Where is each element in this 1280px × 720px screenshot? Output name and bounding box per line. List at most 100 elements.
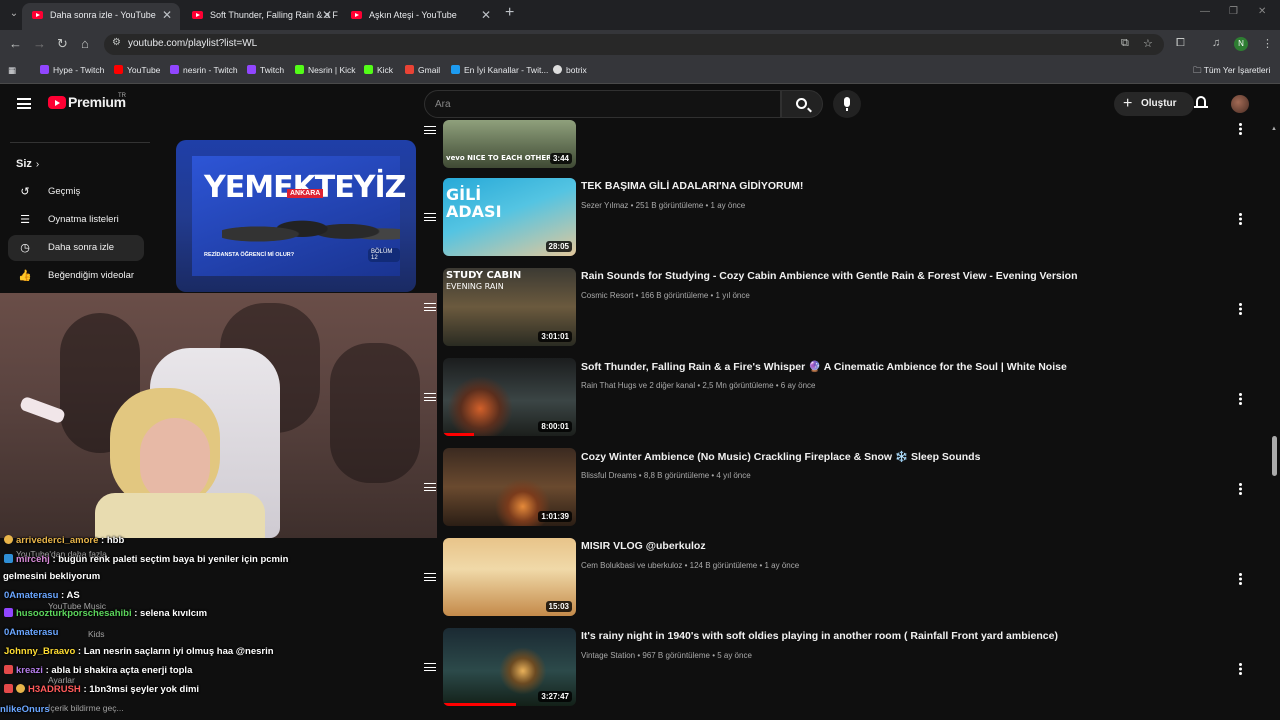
video-meta: Vintage Station • 967 B görüntüleme • 5 … — [581, 651, 752, 660]
drag-handle-icon[interactable] — [424, 303, 436, 311]
home-icon[interactable]: ⌂ — [81, 36, 89, 51]
bookmark-botrix[interactable]: botrix — [553, 65, 587, 75]
video-title[interactable]: Soft Thunder, Falling Rain & a Fire's Wh… — [581, 360, 1067, 373]
history-icon: ↺ — [20, 186, 30, 198]
media-controls-icon[interactable]: ♫ — [1212, 37, 1220, 49]
cover-title: YEMEKTEYİZ — [204, 170, 406, 205]
extensions-icon[interactable]: ⧠ — [1176, 37, 1185, 50]
search-button[interactable] — [781, 90, 823, 118]
apps-grid-icon[interactable]: ▦ — [8, 65, 16, 76]
bookmark-star-icon[interactable]: ☆ — [1143, 37, 1153, 50]
bookmark-nesrin-kick[interactable]: Nesrin | Kick — [295, 65, 356, 75]
video-thumbnail[interactable]: GİLİ ADASI 28:05 — [443, 178, 576, 256]
bookmark-gmail[interactable]: Gmail — [405, 65, 440, 75]
sidebar-item-history[interactable]: ↺ Geçmiş — [8, 179, 144, 205]
reload-icon[interactable]: ↻ — [57, 36, 68, 52]
tab-search-chevron-icon[interactable]: ⌄ — [6, 6, 22, 22]
all-bookmarks-folder[interactable]: 🗀 Tüm Yer İşaretleri — [1193, 65, 1270, 79]
close-window-icon[interactable]: ✕ — [1258, 6, 1266, 17]
drag-handle-icon[interactable] — [424, 663, 436, 671]
youtube-header: Premium TR Ara + Oluştur — [0, 84, 1280, 124]
video-more-actions-icon[interactable] — [1238, 213, 1242, 225]
drag-handle-icon[interactable] — [424, 393, 436, 401]
notifications-bell-icon[interactable] — [1194, 94, 1208, 110]
bookmarks-bar: ▦ Hype - Twitch YouTube nesrin - Twitch … — [0, 58, 1280, 84]
video-title[interactable]: Rain Sounds for Studying - Cozy Cabin Am… — [581, 270, 1077, 282]
tab-close-icon[interactable]: ✕ — [162, 3, 172, 27]
tab-close-icon[interactable]: ✕ — [481, 3, 491, 27]
account-avatar[interactable] — [1231, 95, 1249, 113]
video-title[interactable]: It's rainy night in 1940's with soft old… — [581, 630, 1058, 642]
guide-menu-icon[interactable] — [17, 98, 31, 109]
drag-handle-icon[interactable] — [424, 213, 436, 221]
video-thumbnail[interactable]: 3:27:47 — [443, 628, 576, 706]
video-more-actions-icon[interactable] — [1238, 573, 1242, 585]
create-button[interactable]: + Oluştur — [1114, 92, 1194, 116]
video-thumbnail[interactable]: STUDY CABIN EVENING RAIN 3:01:01 — [443, 268, 576, 346]
address-toolbar: ← → ↻ ⌂ ⚙ youtube.com/playlist?list=WL ⧉… — [0, 30, 1280, 58]
sidebar-divider — [10, 142, 150, 143]
bookmark-hype-twitch[interactable]: Hype - Twitch — [40, 65, 104, 75]
video-title[interactable]: Cozy Winter Ambience (No Music) Cracklin… — [581, 450, 980, 463]
bookmark-nesrin-twitch[interactable]: nesrin - Twitch — [170, 65, 238, 75]
sidebar-item-watch-later[interactable]: ◷ Daha sonra izle — [8, 235, 144, 261]
video-thumbnail[interactable]: vevo NICE TO EACH OTHER 3:44 — [443, 120, 576, 168]
browser-tab-askin-atesi[interactable]: Aşkın Ateşi - YouTube ✕ — [341, 3, 499, 30]
forward-icon[interactable]: → — [33, 36, 46, 51]
sub-badge-icon — [4, 608, 13, 617]
url-text: youtube.com/playlist?list=WL — [128, 38, 258, 49]
new-tab-button[interactable]: + — [505, 4, 514, 22]
video-more-actions-icon[interactable] — [1238, 123, 1242, 135]
playlist-header-thumbnail[interactable]: YEMEKTEYİZ ANKARA REZİDANSTA ÖĞRENCİ Mİ … — [176, 140, 416, 292]
sidebar-item-playlists[interactable]: ☰ Oynatma listeleri — [8, 207, 144, 233]
tab-title: Daha sonra izle - YouTube — [50, 10, 156, 20]
drag-handle-icon[interactable] — [424, 483, 436, 491]
page-scrollbar[interactable]: ▲ — [1271, 124, 1279, 720]
browser-tab-soft-thunder[interactable]: Soft Thunder, Falling Rain & a F ✕ — [182, 3, 340, 30]
browser-tab-watch-later[interactable]: Daha sonra izle - YouTube ✕ — [22, 3, 180, 30]
drag-handle-icon[interactable] — [424, 126, 436, 134]
video-title[interactable]: TEK BAŞIMA GİLİ ADALARI'NA GİDİYORUM! — [581, 180, 803, 192]
video-more-actions-icon[interactable] — [1238, 303, 1242, 315]
back-icon[interactable]: ← — [9, 36, 22, 51]
youtube-favicon-icon — [192, 11, 203, 19]
tab-close-icon[interactable]: ✕ — [322, 3, 332, 27]
video-thumbnail[interactable]: 15:03 — [443, 538, 576, 616]
clock-icon: ◷ — [20, 242, 30, 254]
cover-caption: REZİDANSTA ÖĞRENCİ Mİ OLUR? — [204, 252, 295, 258]
gmail-icon — [405, 65, 414, 74]
browser-menu-icon[interactable]: ⋮ — [1262, 37, 1273, 50]
video-thumbnail[interactable]: 1:01:39 — [443, 448, 576, 526]
bookmark-kick[interactable]: Kick — [364, 65, 393, 75]
search-input[interactable]: Ara — [424, 90, 781, 118]
bookmark-youtube[interactable]: YouTube — [114, 65, 160, 75]
scroll-up-arrow-icon[interactable]: ▲ — [1271, 126, 1277, 132]
video-more-actions-icon[interactable] — [1238, 483, 1242, 495]
bookmark-en-iyi-kanallar[interactable]: En İyi Kanallar - Twit... — [451, 65, 548, 75]
sidebar-item-liked-videos[interactable]: 👍 Beğendiğim videolar — [8, 263, 144, 289]
chat-message-continued: gelmesini bekliyorum — [3, 571, 101, 582]
bookmark-twitch[interactable]: Twitch — [247, 65, 284, 75]
video-title[interactable]: MISIR VLOG @uberkuloz — [581, 540, 706, 552]
video-more-actions-icon[interactable] — [1238, 393, 1242, 405]
site-info-icon[interactable]: ⚙ — [112, 37, 121, 48]
url-bar[interactable]: ⚙ youtube.com/playlist?list=WL — [104, 34, 1164, 55]
sidebar-section-you[interactable]: Siz › — [16, 158, 39, 170]
maximize-window-icon[interactable]: ❐ — [1229, 6, 1238, 17]
video-duration: 15:03 — [545, 601, 572, 612]
youtube-logo-icon[interactable] — [48, 96, 66, 109]
thumbnail-text: vevo NICE TO EACH OTHER — [446, 154, 552, 162]
stream-chat-overlay: YouTube'dan daha fazla YouTube Music Kid… — [0, 533, 420, 720]
voice-search-button[interactable] — [833, 90, 861, 118]
scrollbar-thumb[interactable] — [1272, 436, 1277, 476]
profile-avatar[interactable]: N — [1234, 37, 1248, 51]
video-more-actions-icon[interactable] — [1238, 663, 1242, 675]
video-duration: 3:44 — [549, 153, 572, 164]
video-meta: Rain That Hugs ve 2 diğer kanal • 2,5 Mn… — [581, 381, 816, 390]
playlists-icon: ☰ — [20, 214, 30, 226]
watch-progress-bar — [443, 433, 474, 436]
video-thumbnail[interactable]: 8:00:01 — [443, 358, 576, 436]
drag-handle-icon[interactable] — [424, 573, 436, 581]
install-app-icon[interactable]: ⧉ — [1121, 37, 1129, 50]
minimize-window-icon[interactable]: — — [1200, 6, 1210, 17]
